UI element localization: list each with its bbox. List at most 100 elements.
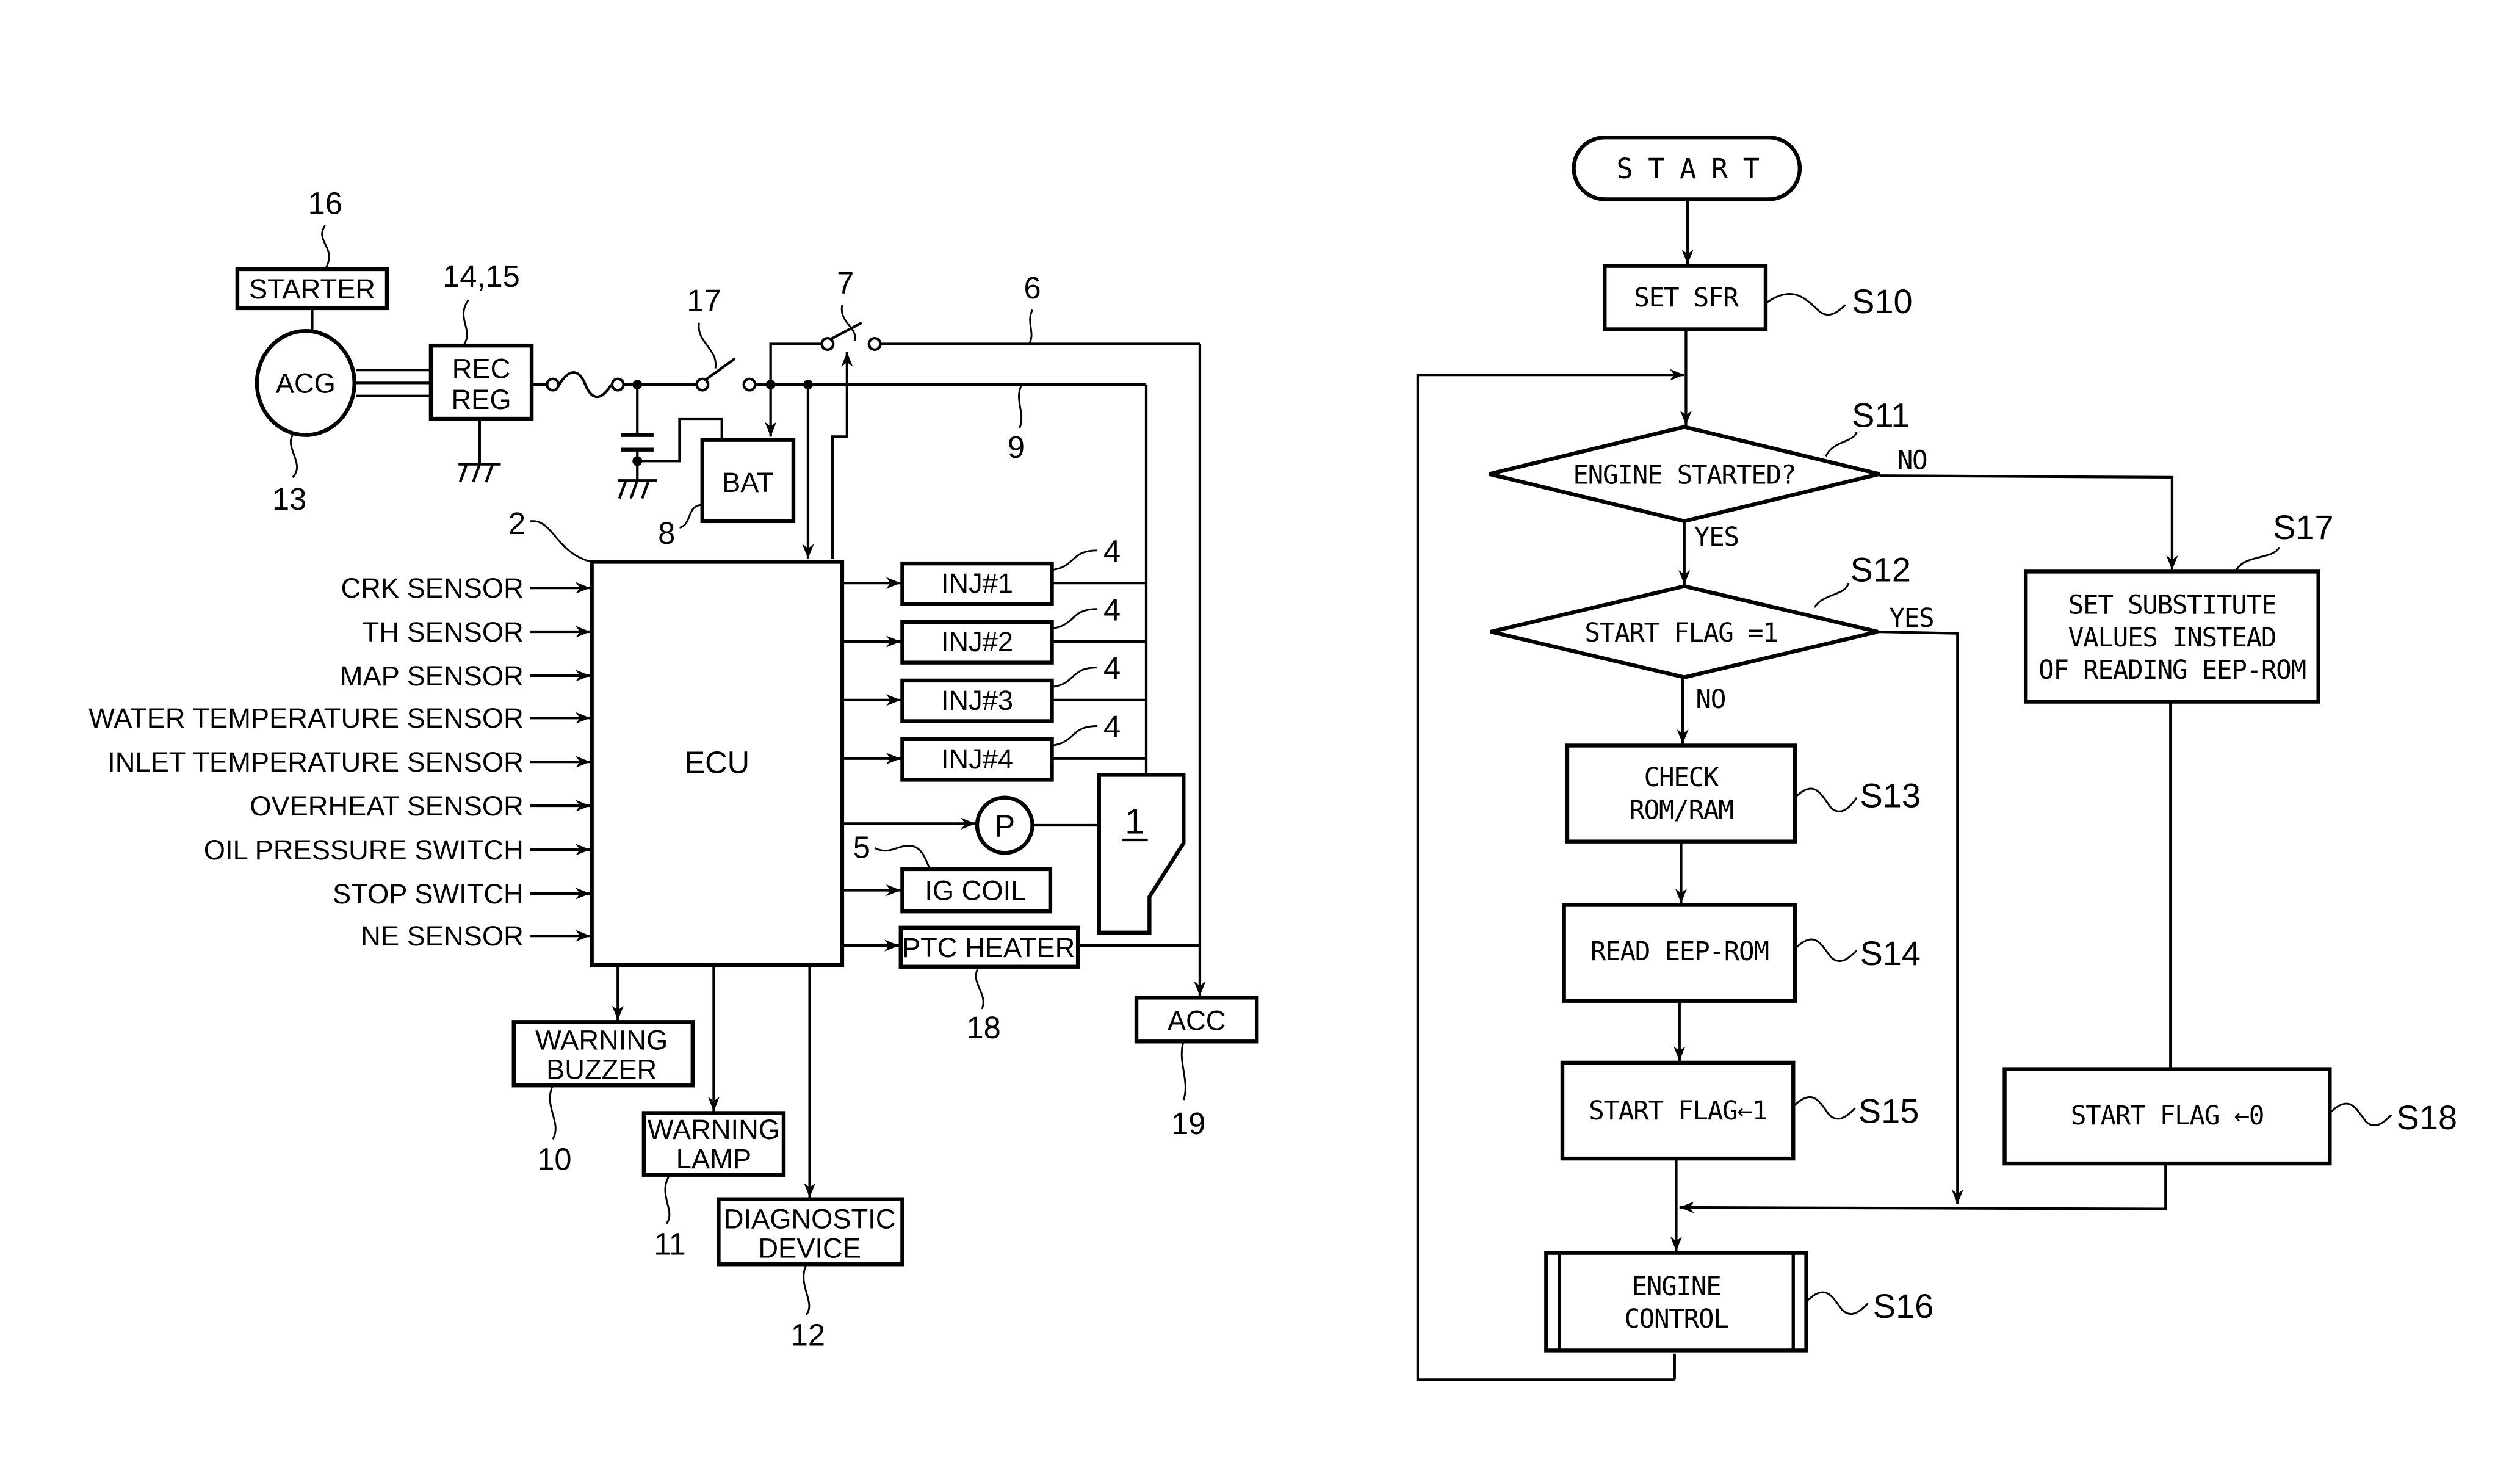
diagnostic-line1: DIAGNOSTIC — [724, 1204, 896, 1235]
svg-text:ENGINE: ENGINE — [1631, 1271, 1720, 1302]
acg-label: ACG — [276, 367, 336, 399]
ref-7: 7 — [837, 266, 854, 300]
s11-yes-label: YES — [1694, 522, 1739, 552]
svg-text:CRK SENSOR: CRK SENSOR — [341, 573, 523, 604]
svg-text:4: 4 — [1103, 651, 1121, 685]
sensor-item: CRK SENSOR — [341, 573, 590, 604]
warning-lamp-line1: WARNING — [648, 1114, 780, 1145]
ref-s10: S10 — [1852, 282, 1913, 320]
ref-13: 13 — [272, 482, 306, 516]
step-s18: START FLAG ←0 S18 — [2002, 1067, 2458, 1166]
rec-label: REC — [452, 353, 511, 384]
warning-buzzer-line2: BUZZER — [546, 1054, 657, 1085]
ref-s17: S17 — [2273, 508, 2334, 546]
step-s17: SET SUBSTITUTE VALUES INSTEAD OF READING… — [2023, 508, 2334, 704]
ref-9: 9 — [1008, 430, 1025, 465]
ref-16: 16 — [308, 186, 342, 220]
starter-block: 16 STARTER — [235, 186, 389, 342]
battery-label: BAT — [722, 467, 774, 498]
switch-7-icon[interactable]: 7 — [769, 266, 882, 385]
step-s10: SET SFR S10 — [1603, 264, 1913, 331]
svg-text:SET SUBSTITUTE: SET SUBSTITUTE — [2068, 590, 2276, 621]
fuel-pump: P — [842, 795, 1099, 855]
sensor-list: CRK SENSOR TH SENSOR MAP SENSOR WATER TE… — [88, 573, 590, 952]
ref-11: 11 — [654, 1226, 686, 1261]
ref-s16: S16 — [1873, 1287, 1934, 1325]
start-terminal: S T A R T — [1572, 135, 1802, 201]
flowchart: S T A R T SET SFR S10 ENGINE STARTED? S1… — [1416, 135, 2458, 1381]
s12-yes-label: YES — [1889, 603, 1933, 634]
acc-label: ACC — [1168, 1005, 1226, 1036]
ref-10: 10 — [537, 1142, 571, 1177]
svg-text:VALUES INSTEAD: VALUES INSTEAD — [2068, 623, 2276, 653]
diagnostic-device-block: DIAGNOSTIC DEVICE 12 — [717, 1197, 904, 1352]
svg-text:STOP SWITCH: STOP SWITCH — [333, 878, 524, 909]
svg-text:START FLAG ←0: START FLAG ←0 — [2071, 1101, 2264, 1131]
switch-17-icon[interactable]: 17 — [687, 283, 757, 392]
ecu-label: ECU — [684, 745, 749, 780]
acg-generator: ACG 13 — [255, 328, 431, 516]
ref-18: 18 — [966, 1010, 1000, 1045]
s12-no-label: NO — [1695, 684, 1725, 715]
ecu-block: 2 ECU — [508, 506, 845, 967]
svg-text:INJ#3: INJ#3 — [941, 685, 1013, 716]
start-label: S T A R T — [1616, 153, 1759, 185]
svg-text:NE SENSOR: NE SENSOR — [361, 920, 524, 952]
warning-buzzer-line1: WARNING — [535, 1025, 668, 1056]
ref-6: 6 — [1024, 270, 1041, 305]
sensor-item: STOP SWITCH — [333, 878, 590, 909]
s11-no-label: NO — [1897, 446, 1927, 476]
sensor-item: OVERHEAT SENSOR — [250, 790, 590, 822]
step-s13: CHECK ROM/RAM S13 — [1565, 743, 1921, 844]
step-s15: START FLAG←1 S15 — [1560, 1060, 1919, 1161]
injector-list: INJ#1 4 INJ#2 4 INJ#3 4 INJ#4 4 — [842, 533, 1147, 782]
reg-label: REG — [451, 384, 511, 415]
sensor-item: INLET TEMPERATURE SENSOR — [107, 747, 590, 778]
pump-label: P — [994, 809, 1015, 844]
warning-lamp-line2: LAMP — [676, 1143, 751, 1174]
svg-text:4: 4 — [1103, 533, 1121, 568]
patent-figure: 16 STARTER ACG 13 14,15 REC REG 17 BAT 8… — [88, 135, 2458, 1381]
svg-text:INJ#4: INJ#4 — [941, 743, 1013, 775]
circuit-diagram: 16 STARTER ACG 13 14,15 REC REG 17 BAT 8… — [88, 186, 1259, 1352]
svg-text:START FLAG =1: START FLAG =1 — [1584, 618, 1777, 648]
svg-text:OIL PRESSURE SWITCH: OIL PRESSURE SWITCH — [204, 834, 524, 866]
injector-item: INJ#1 4 — [842, 533, 1147, 606]
ref-s15: S15 — [1858, 1091, 1919, 1130]
ref-19: 19 — [1171, 1106, 1205, 1141]
step-s14: READ EEP-ROM S14 — [1562, 903, 1921, 1003]
svg-text:MAP SENSOR: MAP SENSOR — [340, 660, 524, 692]
engine-block: 1 — [1097, 773, 1186, 935]
capacitor-icon — [618, 385, 657, 499]
svg-text:SET SFR: SET SFR — [1634, 283, 1739, 313]
svg-text:INJ#2: INJ#2 — [941, 626, 1013, 657]
rec-reg-block: 14,15 REC REG — [428, 259, 534, 483]
ref-8: 8 — [658, 516, 675, 551]
ref-17: 17 — [687, 283, 721, 318]
ref-14-15: 14,15 — [442, 259, 520, 294]
ref-12: 12 — [791, 1317, 825, 1352]
ref-s12: S12 — [1850, 550, 1911, 588]
step-s16-subroutine: ENGINE CONTROL S16 — [1544, 1251, 1934, 1353]
svg-text:START FLAG←1: START FLAG←1 — [1589, 1096, 1767, 1126]
sensor-item: OIL PRESSURE SWITCH — [204, 834, 590, 866]
ref-1: 1 — [1125, 801, 1145, 841]
decision-s12: START FLAG =1 S12 YES NO — [1490, 550, 1935, 715]
ref-5: 5 — [853, 830, 870, 864]
ref-s14: S14 — [1860, 934, 1921, 972]
svg-text:WATER TEMPERATURE SENSOR: WATER TEMPERATURE SENSOR — [88, 703, 524, 734]
svg-text:4: 4 — [1103, 709, 1121, 744]
ref-s11: S11 — [1852, 396, 1910, 434]
svg-text:ENGINE STARTED?: ENGINE STARTED? — [1573, 460, 1796, 491]
svg-text:CHECK: CHECK — [1644, 762, 1719, 793]
decision-s11: ENGINE STARTED? S11 NO YES — [1489, 396, 1928, 552]
ptc-heater-label: PTC HEATER — [902, 932, 1075, 963]
sensor-item: WATER TEMPERATURE SENSOR — [88, 703, 590, 734]
svg-text:4: 4 — [1103, 592, 1121, 627]
svg-text:INJ#1: INJ#1 — [941, 568, 1013, 599]
svg-text:OF READING EEP-ROM: OF READING EEP-ROM — [2038, 655, 2306, 685]
acc-block: ACC 19 — [1134, 996, 1259, 1141]
ig-coil-label: IG COIL — [925, 875, 1026, 906]
diagnostic-line2: DEVICE — [758, 1233, 861, 1264]
ref-s18: S18 — [2397, 1098, 2458, 1137]
